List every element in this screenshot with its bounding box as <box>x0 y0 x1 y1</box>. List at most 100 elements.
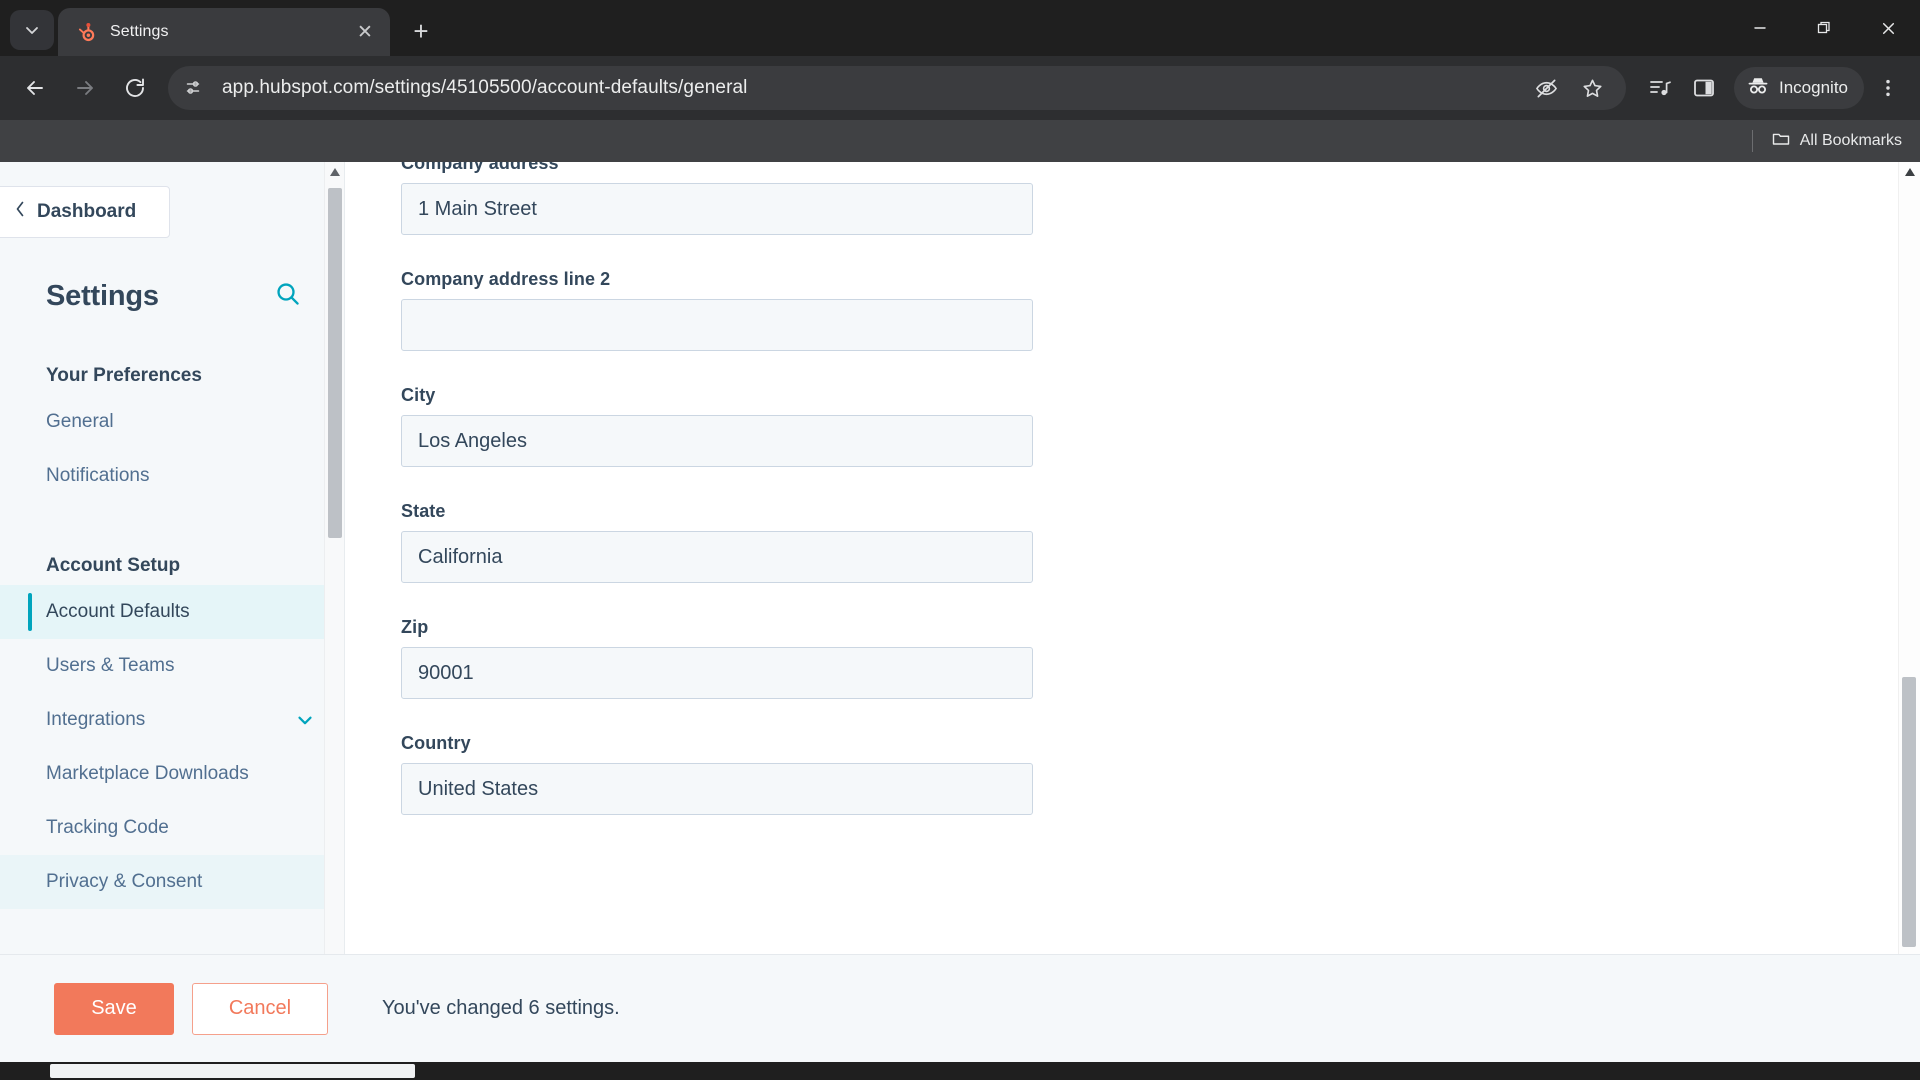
tab-search-button[interactable] <box>10 10 54 50</box>
incognito-icon <box>1746 74 1770 103</box>
eye-slash-icon[interactable] <box>1526 68 1566 108</box>
back-button[interactable] <box>12 65 58 111</box>
city-input[interactable]: Los Angeles <box>401 415 1033 467</box>
field-label: Country <box>401 733 471 753</box>
scroll-up-arrow-icon[interactable] <box>1899 162 1920 182</box>
state-input[interactable]: California <box>401 531 1033 583</box>
field-state: State California <box>401 501 1920 583</box>
zip-input[interactable]: 90001 <box>401 647 1033 699</box>
omnibox-actions <box>1526 68 1612 108</box>
back-to-dashboard-label: Dashboard <box>37 201 137 222</box>
sidebar-item-label: Account Defaults <box>46 601 190 622</box>
account-defaults-form: Company address 1 Main Street Company ad… <box>345 162 1920 815</box>
browser-tab[interactable]: Settings ✕ <box>58 8 390 56</box>
field-city: City Los Angeles <box>401 385 1920 467</box>
search-icon[interactable] <box>274 280 302 313</box>
reload-button[interactable] <box>112 65 158 111</box>
maximize-icon <box>1817 21 1830 34</box>
address-bar[interactable]: app.hubspot.com/settings/45105500/accoun… <box>168 66 1626 110</box>
field-label: State <box>401 501 446 521</box>
field-label: Company address <box>401 162 559 173</box>
horizontal-scrollbar[interactable] <box>0 1062 1920 1080</box>
arrow-right-icon <box>77 81 93 95</box>
maximize-button[interactable] <box>1792 0 1856 56</box>
close-window-button[interactable] <box>1856 0 1920 56</box>
sidebar-item-label: General <box>46 411 114 432</box>
bookmarks-bar: All Bookmarks <box>0 120 1920 162</box>
folder-icon <box>1771 129 1791 154</box>
sidebar-item-account-defaults[interactable]: Account Defaults <box>0 585 344 639</box>
save-button[interactable]: Save <box>54 982 174 1035</box>
sidebar-item-label: Notifications <box>46 465 150 486</box>
company-address-line-2-input[interactable] <box>401 299 1033 351</box>
horizontal-scrollbar-thumb[interactable] <box>50 1064 415 1078</box>
sidebar-item-tracking-code[interactable]: Tracking Code <box>0 801 344 855</box>
sidebar-item-label: Users & Teams <box>46 655 175 676</box>
back-to-dashboard-button[interactable]: Dashboard <box>0 186 170 238</box>
company-address-input[interactable]: 1 Main Street <box>401 183 1033 235</box>
settings-sidebar: Dashboard Settings Your Preferences Gene… <box>0 162 345 1080</box>
chevron-down-icon <box>26 27 38 34</box>
sidebar-item-marketplace-downloads[interactable]: Marketplace Downloads <box>0 747 344 801</box>
sidebar-item-general[interactable]: General <box>0 395 344 449</box>
bookmarks-separator <box>1751 130 1753 152</box>
reading-list-icon[interactable] <box>1640 68 1680 108</box>
minimize-icon <box>1754 27 1766 29</box>
minimize-button[interactable] <box>1728 0 1792 56</box>
three-dot-menu-icon[interactable] <box>1868 68 1908 108</box>
sidebar-item-integrations[interactable]: Integrations <box>0 693 344 747</box>
save-bar: Save Cancel You've changed 6 settings. <box>0 954 1920 1062</box>
field-zip: Zip 90001 <box>401 617 1920 699</box>
browser-toolbar: app.hubspot.com/settings/45105500/accoun… <box>0 56 1920 120</box>
star-icon[interactable] <box>1572 68 1612 108</box>
sidebar-group-account-setup: Account Setup <box>46 555 181 576</box>
page-viewport: Dashboard Settings Your Preferences Gene… <box>0 162 1920 1080</box>
field-country: Country United States <box>401 733 1920 815</box>
tab-close-icon[interactable]: ✕ <box>350 17 380 47</box>
cancel-button[interactable]: Cancel <box>192 982 328 1035</box>
settings-title: Settings <box>46 280 159 312</box>
sidebar-item-label: Tracking Code <box>46 817 169 838</box>
close-icon <box>1882 22 1894 34</box>
field-label: Zip <box>401 617 429 637</box>
page-scrollbar[interactable] <box>1898 162 1920 1080</box>
chevron-down-icon[interactable] <box>294 709 316 731</box>
new-tab-button[interactable]: + <box>400 10 442 52</box>
sidebar-item-label: Privacy & Consent <box>46 871 203 892</box>
sidebar-scrollbar[interactable] <box>324 162 344 1080</box>
scroll-up-arrow-icon[interactable] <box>325 162 344 182</box>
tab-title: Settings <box>110 23 169 40</box>
sidebar-item-notifications[interactable]: Notifications <box>0 449 344 503</box>
sidebar-scrollbar-thumb[interactable] <box>328 188 342 538</box>
field-label: City <box>401 385 436 405</box>
url-text: app.hubspot.com/settings/45105500/accoun… <box>222 77 748 98</box>
page-settings-icon[interactable] <box>180 73 210 103</box>
incognito-profile-button[interactable]: Incognito <box>1734 67 1864 109</box>
all-bookmarks-label: All Bookmarks <box>1799 132 1902 149</box>
all-bookmarks-button[interactable]: All Bookmarks <box>1771 129 1902 154</box>
arrow-left-icon <box>27 81 43 95</box>
window-controls <box>1728 0 1920 56</box>
sidebar-item-label: Marketplace Downloads <box>46 763 249 784</box>
field-company-address-line-2: Company address line 2 <box>401 269 1920 351</box>
page-scrollbar-thumb[interactable] <box>1902 677 1916 947</box>
sidebar-item-privacy-consent[interactable]: Privacy & Consent <box>0 855 344 909</box>
field-label: Company address line 2 <box>401 269 611 289</box>
browser-window: Settings ✕ + app.hubspot.com/settings/45… <box>0 0 1920 1080</box>
settings-main-panel: Company address 1 Main Street Company ad… <box>345 162 1920 1080</box>
sidebar-group-your-preferences: Your Preferences <box>46 365 202 386</box>
sidebar-item-users-teams[interactable]: Users & Teams <box>0 639 344 693</box>
country-input[interactable]: United States <box>401 763 1033 815</box>
field-company-address: Company address 1 Main Street <box>401 162 1920 235</box>
hubspot-sprocket-icon <box>76 21 98 43</box>
chevron-left-icon <box>13 199 27 225</box>
side-panel-icon[interactable] <box>1684 68 1724 108</box>
reload-icon <box>126 78 144 97</box>
forward-button[interactable] <box>62 65 108 111</box>
sidebar-header: Settings <box>0 238 344 313</box>
